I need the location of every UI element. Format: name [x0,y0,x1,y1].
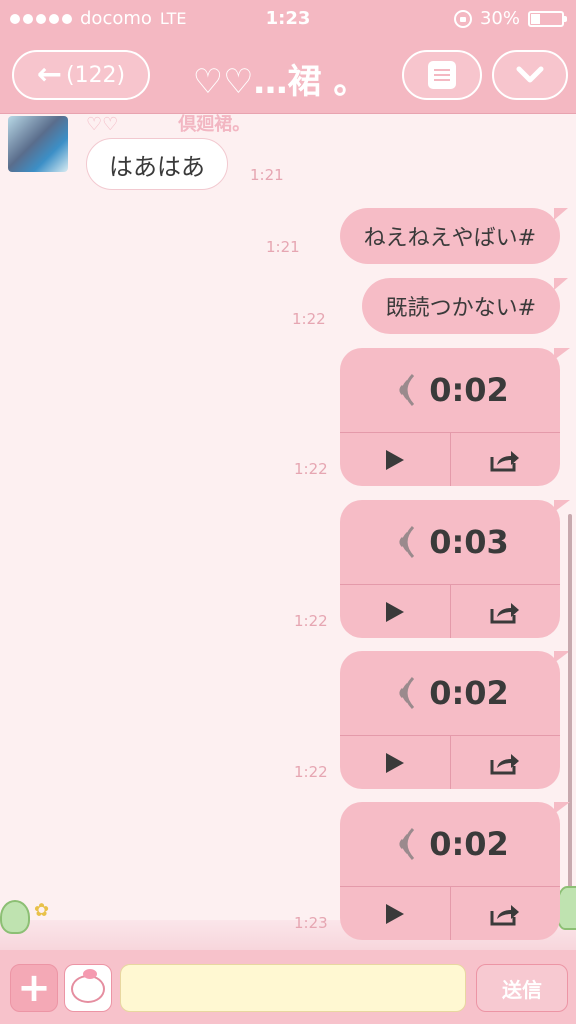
share-icon [490,753,520,774]
outgoing-message[interactable]: 既読つかない# [361,278,569,334]
status-right: 30% [453,8,567,29]
bird-decoration: ✿ [34,900,50,921]
back-button[interactable]: ← (122) [12,50,150,100]
play-icon [385,449,404,470]
chat-title: ♡♡…裙 。 [192,62,368,102]
share-button[interactable] [449,736,561,789]
sound-wave-icon [399,676,415,710]
voice-message-info: 0:02 [340,802,560,886]
play-icon [385,903,404,924]
share-button[interactable] [449,585,561,638]
send-button[interactable]: 送信 [476,964,568,1012]
voice-message-info: 0:02 [340,348,560,432]
tree-decoration [0,900,30,934]
voice-message: 0:03 [340,500,570,638]
unread-count: (122) [65,62,126,88]
share-icon [490,602,520,623]
bow-icon [83,969,97,979]
scrollbar[interactable] [568,514,572,934]
play-icon [385,752,404,773]
share-icon [490,904,520,925]
voice-duration: 0:02 [429,825,509,863]
play-icon [385,601,404,622]
sound-wave-icon [399,827,415,861]
play-button[interactable] [340,585,450,638]
menu-button[interactable] [402,50,482,100]
sticker-button[interactable] [64,964,112,1012]
rotation-lock-icon [453,9,472,28]
share-button[interactable] [449,433,561,486]
battery-fill [531,13,540,24]
voice-duration: 0:03 [429,523,509,561]
battery-icon [528,10,567,27]
message-input-bar: + 送信 [0,950,576,1024]
message-time: 1:22 [294,763,328,781]
voice-duration: 0:02 [429,674,509,712]
message-time: 1:21 [250,166,284,184]
voice-message-info: 0:02 [340,651,560,735]
message-input[interactable] [120,964,466,1012]
plus-icon: + [17,965,51,1011]
voice-controls [340,735,560,789]
message-time: 1:21 [266,238,300,256]
sender-name-text: 倶廻裙。 [178,114,251,135]
sender-name-prefix: ♡♡ [86,114,119,135]
battery-percent: 30% [479,8,520,29]
sender-name: ♡♡ 倶廻裙。 [86,114,250,136]
share-button[interactable] [449,887,561,940]
incoming-message[interactable]: はあはあ [86,138,228,190]
play-button[interactable] [340,736,450,789]
message-time: 1:22 [292,310,326,328]
voice-message: 0:02 [340,348,570,486]
voice-controls [340,886,560,940]
menu-icon [428,61,456,89]
chat-header: ← (122) ♡♡…裙 。 [0,38,576,114]
outgoing-message[interactable]: ねえねえやばい# [339,208,569,264]
sound-wave-icon [399,373,415,407]
sticker-character-icon [71,975,105,1003]
avatar[interactable] [8,116,68,172]
voice-message-info: 0:03 [340,500,560,584]
voice-message: 0:02 [340,802,570,940]
status-bar: docomo LTE 1:23 30% [0,0,576,38]
play-button[interactable] [340,887,450,940]
message-time: 1:22 [294,612,328,630]
chevron-down-icon [516,66,544,83]
add-attachment-button[interactable]: + [10,964,58,1012]
play-button[interactable] [340,433,450,486]
chat-area[interactable]: ♡♡ 倶廻裙。 はあはあ 1:21 1:21 ねえねえやばい# 1:22 既読つか… [0,114,576,950]
message-time: 1:23 [294,914,328,932]
voice-duration: 0:02 [429,371,509,409]
back-arrow-icon: ← [36,57,62,92]
voice-controls [340,584,560,638]
dropdown-button[interactable] [492,50,568,100]
share-icon [490,450,520,471]
voice-controls [340,432,560,486]
sound-wave-icon [399,525,415,559]
message-time: 1:22 [294,460,328,478]
voice-message: 0:02 [340,651,570,789]
